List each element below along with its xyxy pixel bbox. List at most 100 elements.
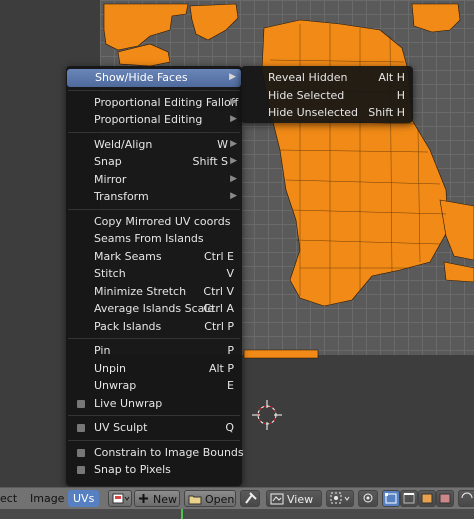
menu-item-shortcut: P: [227, 344, 234, 357]
menu-item-label: Live Unwrap: [94, 396, 163, 410]
menu-item-constrain-to-image-bounds[interactable]: Constrain to Image Bounds: [66, 444, 244, 462]
2d-cursor-icon: [252, 400, 282, 430]
face-select-button[interactable]: [418, 490, 436, 507]
submenu-arrow-icon: ▶: [230, 114, 237, 124]
menu-item-label: Snap: [94, 155, 122, 168]
menu-item-label: Weld/Align: [94, 137, 153, 151]
menu-item-label: Pack Islands: [94, 319, 162, 333]
image-icon: [112, 493, 130, 504]
checkbox-icon[interactable]: [77, 399, 85, 408]
open-image-button[interactable]: Open: [184, 490, 236, 507]
submenu-arrow-icon: ▶: [230, 96, 237, 107]
menu-separator: [68, 89, 240, 91]
menu-item-label: Hide Unselected: [268, 106, 359, 119]
vertex-select-icon: [385, 493, 397, 504]
menu-item-label: Minimize Stretch: [94, 284, 187, 298]
menu-item-shortcut: Shift S: [192, 155, 228, 168]
menu-item-proportional-editing-falloff[interactable]: Proportional Editing Falloff ▶: [66, 94, 242, 112]
menu-item-label: Hide Selected: [268, 88, 345, 102]
submenu-arrow-icon: ▶: [230, 156, 237, 166]
menu-separator: [68, 415, 240, 416]
menu-item-label: Proportional Editing: [94, 113, 203, 126]
vertex-select-button[interactable]: [382, 490, 400, 507]
face-select-icon: [421, 493, 433, 504]
edge-select-icon: [403, 493, 415, 504]
menu-item-label: UV Sculpt: [94, 421, 148, 434]
menu-item-label: Unpin: [94, 361, 127, 375]
menu-item-label: Show/Hide Faces: [95, 71, 188, 84]
checkbox-icon[interactable]: [77, 466, 85, 474]
menu-item-transform[interactable]: Transform ▶: [66, 188, 242, 206]
menu-item-label: Mark Seams: [94, 249, 162, 263]
plus-icon: [139, 494, 148, 503]
menu-uvs[interactable]: UVs: [68, 490, 100, 507]
menu-item-label: Stitch: [94, 267, 126, 280]
pin-icon: [245, 492, 257, 504]
menu-item-pin[interactable]: Pin P: [66, 342, 242, 360]
menu-item-shortcut: Shift H: [368, 106, 405, 119]
pivot-dropdown[interactable]: [326, 490, 354, 507]
menu-item-shortcut: V: [226, 267, 234, 280]
menu-item-minimize-stretch[interactable]: Minimize Stretch Ctrl V: [66, 283, 242, 301]
menu-item-label: Mirror: [94, 172, 127, 186]
menu-item-label: Unwrap: [94, 379, 137, 392]
open-label: Open: [205, 493, 235, 506]
menu-item-snap-to-pixels[interactable]: Snap to Pixels: [66, 461, 242, 479]
new-image-button[interactable]: New: [134, 490, 180, 507]
image-browse-button[interactable]: [108, 490, 132, 507]
menu-item-shortcut: W: [217, 137, 228, 151]
menu-item-label: Average Islands Scale: [94, 302, 215, 315]
menu-item-reveal-hidden[interactable]: Reveal Hidden Alt H: [241, 69, 413, 87]
checkbox-icon[interactable]: [77, 448, 85, 457]
menu-item-shortcut: E: [227, 379, 234, 392]
menu-item-copy-mirrored-uv-coords[interactable]: Copy Mirrored UV coords: [66, 213, 242, 231]
uv-editor-header: ect Image UVs New Open View: [0, 487, 474, 509]
menu-item-show-hide-faces[interactable]: Show/Hide Faces ▶: [67, 69, 241, 87]
menu-item-mark-seams[interactable]: Mark Seams Ctrl E: [66, 248, 242, 266]
edge-select-button[interactable]: [400, 490, 418, 507]
menu-separator: [68, 131, 240, 133]
menu-item-stitch[interactable]: Stitch V: [66, 265, 242, 283]
view-label: View: [287, 493, 314, 506]
menu-image[interactable]: Image: [30, 490, 64, 507]
pin-image-button[interactable]: [240, 490, 260, 507]
menu-item-unwrap[interactable]: Unwrap E: [66, 377, 242, 395]
view-mode-dropdown[interactable]: View: [266, 490, 322, 507]
current-frame-marker: [181, 509, 183, 519]
menu-item-average-islands-scale[interactable]: Average Islands Scale Ctrl A: [66, 300, 242, 318]
menu-item-hide-selected[interactable]: Hide Selected H: [241, 87, 413, 105]
menu-item-label: Copy Mirrored UV coords: [94, 214, 231, 228]
menu-item-label: Seams From Islands: [94, 232, 204, 245]
menu-item-hide-unselected[interactable]: Hide Unselected Shift H: [241, 104, 413, 122]
menu-item-weld-align[interactable]: Weld/Align W ▶: [66, 136, 242, 154]
menu-item-proportional-editing[interactable]: Proportional Editing ▶: [66, 111, 242, 129]
menu-item-seams-from-islands[interactable]: Seams From Islands: [66, 230, 242, 248]
timeline-strip: [0, 509, 474, 519]
submenu-arrow-icon: ▶: [230, 173, 237, 184]
menu-item-uv-sculpt[interactable]: UV Sculpt Q: [66, 419, 242, 437]
submenu-arrow-icon: ▶: [230, 191, 237, 201]
menu-separator: [68, 338, 240, 339]
menu-item-live-unwrap[interactable]: Live Unwrap: [66, 395, 242, 413]
sticky-selection-button[interactable]: [358, 490, 378, 507]
menu-item-shortcut: Ctrl V: [203, 284, 234, 298]
checkbox-icon[interactable]: [77, 424, 85, 432]
island-select-button[interactable]: [436, 490, 454, 507]
sync-selection-button[interactable]: [458, 490, 474, 507]
menu-item-snap[interactable]: Snap Shift S ▶: [66, 153, 242, 171]
menu-item-label: Pin: [94, 344, 111, 357]
menu-item-shortcut: Q: [225, 421, 234, 434]
pivot-icon: [330, 492, 350, 504]
menu-item-shortcut: Alt H: [378, 71, 405, 84]
menu-separator: [68, 208, 240, 210]
menu-item-mirror[interactable]: Mirror ▶: [66, 171, 242, 189]
menu-item-shortcut: H: [396, 88, 405, 102]
menu-item-unpin[interactable]: Unpin Alt P: [66, 360, 242, 378]
folder-icon: [188, 495, 202, 505]
menu-select[interactable]: ect: [0, 490, 17, 507]
show-hide-faces-submenu: Reveal Hidden Alt H Hide Selected H Hide Uns…: [241, 66, 413, 123]
submenu-arrow-icon: ▶: [230, 138, 237, 149]
island-select-icon: [439, 493, 451, 504]
menu-item-pack-islands[interactable]: Pack Islands Ctrl P: [66, 318, 242, 336]
menu-item-shortcut: Alt P: [208, 361, 234, 375]
